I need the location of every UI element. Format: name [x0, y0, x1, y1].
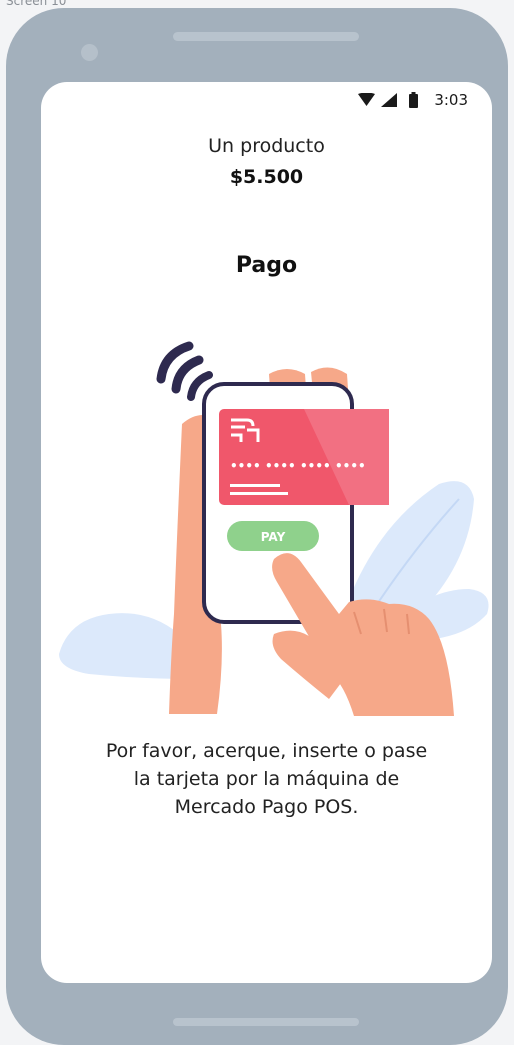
instructions-line-2: la tarjeta por la máquina de — [133, 768, 400, 790]
product-price: $5.500 — [229, 166, 304, 188]
payment-instructions: Por favor, acerque, inserte o pase la ta… — [71, 737, 462, 821]
phone-screen: 3:03 Un producto $5.500 Pago •••• •••• •… — [41, 82, 492, 983]
instructions-line-1: Por favor, acerque, inserte o pase — [105, 740, 428, 762]
screen-label: Screen 10 — [6, 0, 67, 8]
svg-text:••••: •••• — [230, 459, 261, 473]
bottom-speaker — [173, 1018, 359, 1026]
pay-button-label: PAY — [261, 530, 286, 544]
status-time: 3:03 — [434, 91, 468, 109]
svg-text:••••: •••• — [335, 459, 366, 473]
status-bar: 3:03 — [358, 90, 468, 110]
front-camera — [81, 44, 98, 61]
svg-text:••••: •••• — [265, 459, 296, 473]
wifi-icon — [358, 93, 376, 107]
battery-icon — [409, 92, 419, 108]
contactless-payment-illustration: •••• •••• •••• •••• PAY — [59, 341, 489, 716]
contactless-wave-icon — [156, 341, 213, 401]
instructions-line-3: Mercado Pago POS. — [174, 796, 359, 818]
product-name: Un producto — [208, 135, 325, 157]
svg-text:••••: •••• — [300, 459, 331, 473]
signal-icon — [381, 93, 398, 107]
page-title: Pago — [235, 253, 298, 278]
top-speaker — [173, 32, 359, 41]
